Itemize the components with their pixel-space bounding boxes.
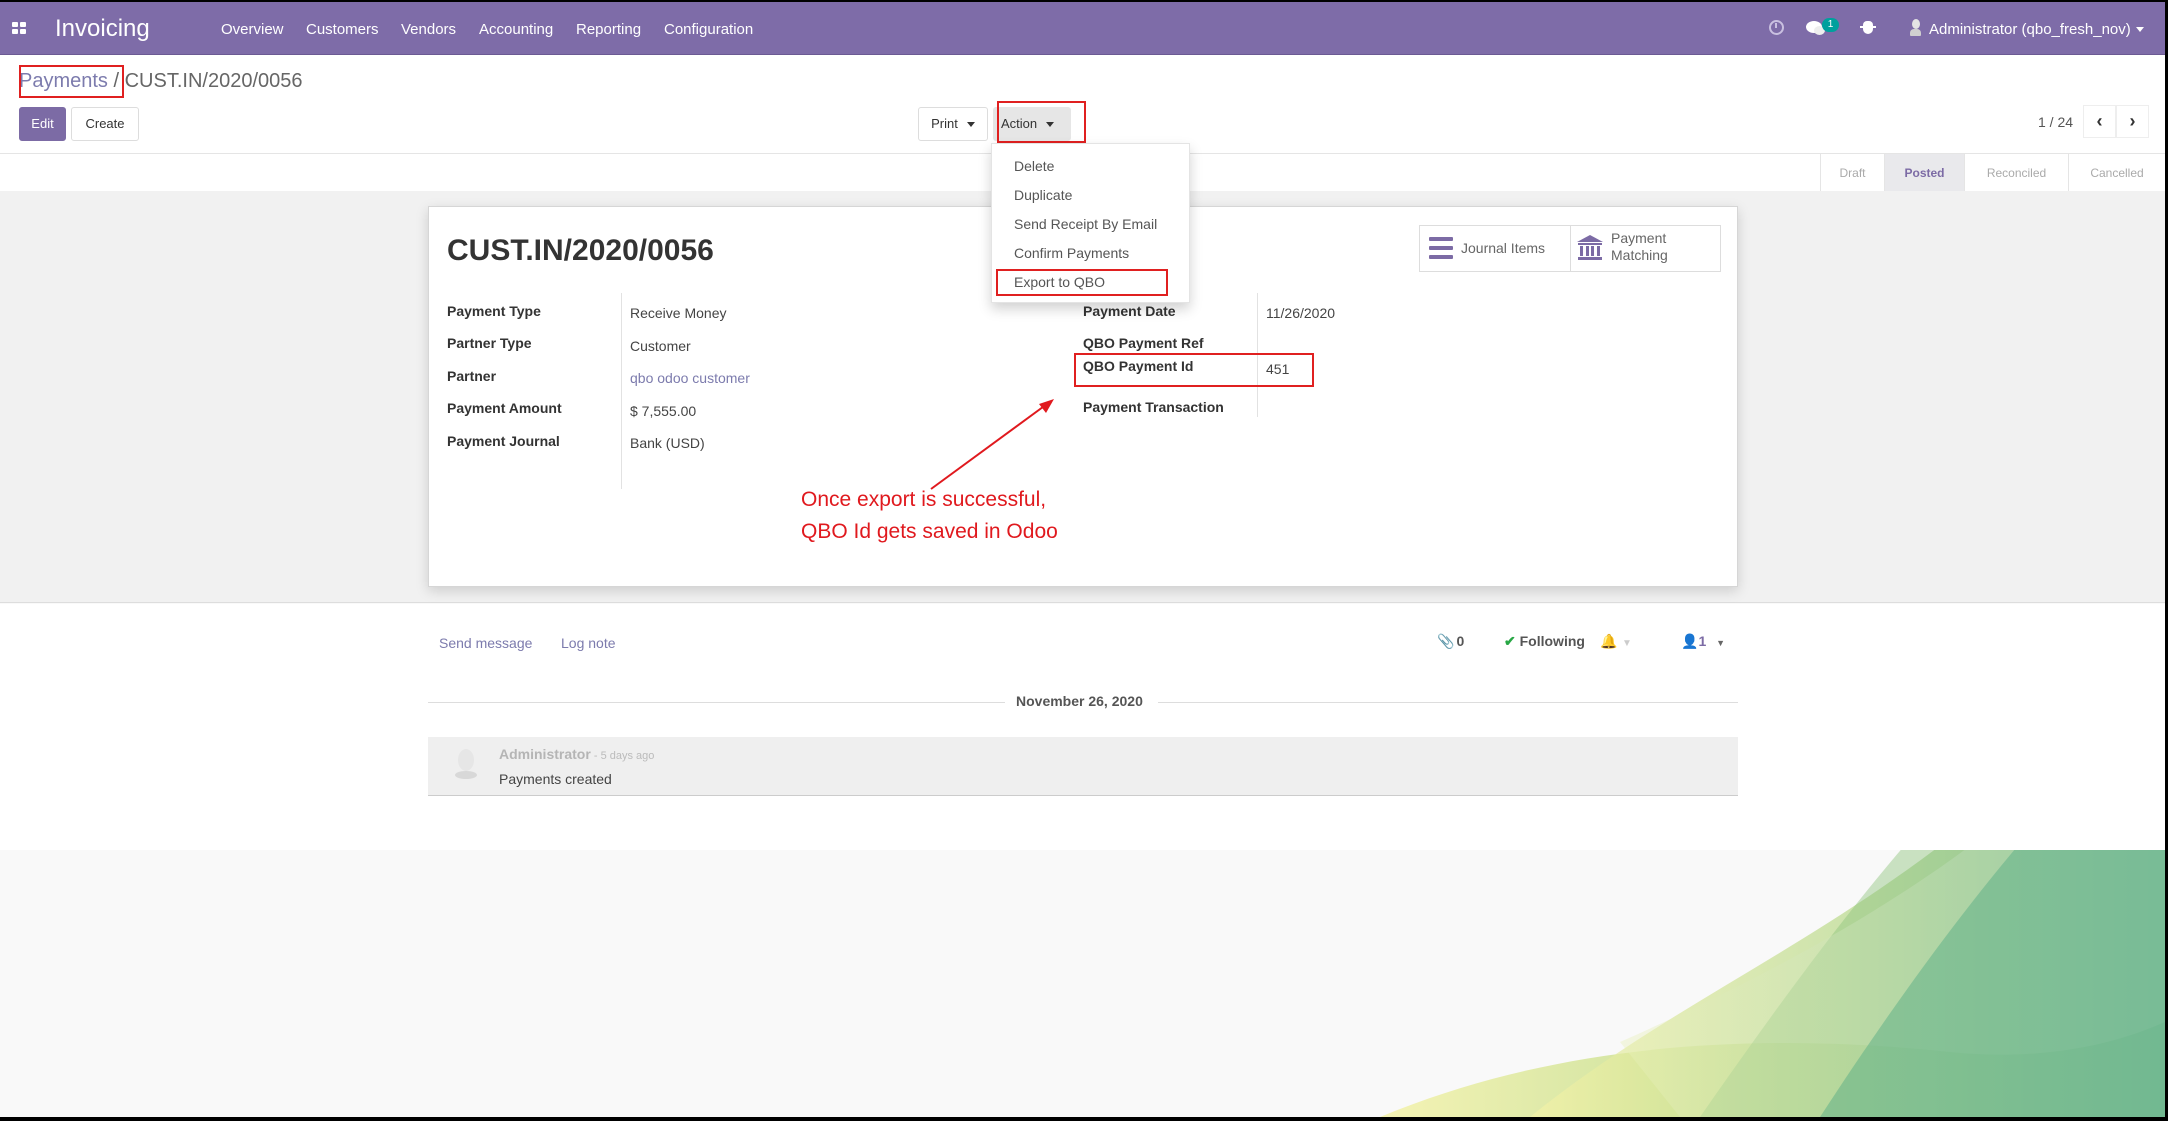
action-label: Action	[1001, 116, 1038, 131]
breadcrumb-current: CUST.IN/2020/0056	[124, 70, 303, 92]
pager-prev-button[interactable]: ‹	[2083, 105, 2116, 138]
message-header: Administrator - 5 days ago	[499, 746, 654, 762]
breadcrumb-payments-link[interactable]: Payments	[19, 70, 108, 92]
user-avatar-icon	[1910, 19, 1921, 37]
followers-count: 1	[1698, 633, 1707, 649]
menu-customers[interactable]: Customers	[306, 21, 379, 38]
message-time: - 5 days ago	[590, 750, 655, 762]
action-dropdown-menu: Delete Duplicate Send Receipt By Email C…	[991, 143, 1190, 303]
create-button[interactable]: Create	[71, 107, 139, 141]
pager-next-button[interactable]: ›	[2116, 105, 2149, 138]
print-dropdown-button[interactable]: Print	[918, 107, 988, 141]
follower-user-icon: 👤	[1681, 633, 1699, 649]
print-label: Print	[931, 116, 958, 131]
send-message-button[interactable]: Send message	[439, 635, 532, 651]
caret-down-icon	[966, 122, 975, 128]
breadcrumb: Payments / CUST.IN/2020/0056	[19, 70, 303, 93]
followers-button[interactable]: 👤1 ▼	[1681, 633, 1725, 650]
debug-bug-icon[interactable]	[1860, 21, 1876, 34]
activity-clock-icon[interactable]	[1769, 20, 1784, 35]
breadcrumb-separator: /	[107, 70, 125, 92]
following-button[interactable]: ✔ Following	[1504, 633, 1585, 650]
status-cancelled[interactable]: Cancelled	[2068, 154, 2165, 192]
attachments-button[interactable]: 📎 0	[1437, 633, 1464, 650]
paperclip-icon: 📎	[1437, 633, 1455, 649]
date-separator-line	[1158, 702, 1738, 703]
attachments-count: 0	[1456, 633, 1465, 649]
menu-accounting[interactable]: Accounting	[479, 21, 553, 38]
log-note-button[interactable]: Log note	[561, 635, 616, 651]
chatter: Send message Log note 📎 0 ✔ Following 🔔 ▼…	[0, 604, 2165, 850]
author-avatar	[455, 749, 477, 783]
menu-item-send-receipt[interactable]: Send Receipt By Email	[1014, 216, 1157, 232]
annotation-line-2: QBO Id gets saved in Odoo	[801, 520, 1058, 543]
pager-value: 1 / 24	[2038, 114, 2074, 130]
message-author[interactable]: Administrator	[499, 746, 591, 762]
followers-caret-icon: ▼	[1716, 638, 1726, 648]
status-posted[interactable]: Posted	[1884, 154, 1964, 192]
chatter-message: Administrator - 5 days ago Payments crea…	[428, 737, 1738, 796]
following-label: Following	[1519, 633, 1585, 649]
menu-vendors[interactable]: Vendors	[401, 21, 456, 38]
message-body: Payments created	[499, 771, 612, 787]
menu-overview[interactable]: Overview	[221, 21, 284, 38]
menu-item-delete[interactable]: Delete	[1014, 158, 1054, 174]
menu-item-confirm-payments[interactable]: Confirm Payments	[1014, 245, 1129, 261]
menu-item-duplicate[interactable]: Duplicate	[1014, 187, 1072, 203]
message-count-badge: 1	[1822, 18, 1839, 32]
bell-caret-icon[interactable]: ▼	[1622, 638, 1632, 649]
action-dropdown-button[interactable]: Action	[993, 107, 1071, 141]
menu-reporting[interactable]: Reporting	[576, 21, 641, 38]
notification-bell-icon[interactable]: 🔔	[1600, 633, 1617, 650]
status-reconciled[interactable]: Reconciled	[1964, 154, 2068, 192]
user-menu[interactable]: Administrator (qbo_fresh_nov)	[1929, 21, 2131, 38]
menu-item-export-to-qbo[interactable]: Export to QBO	[1014, 274, 1105, 290]
edit-button[interactable]: Edit	[19, 107, 66, 141]
annotation-line-1: Once export is successful,	[801, 488, 1047, 511]
check-icon: ✔	[1504, 633, 1516, 649]
top-navbar: Invoicing Overview Customers Vendors Acc…	[0, 2, 2165, 55]
caret-down-icon	[1046, 122, 1055, 128]
annotation-text: Once export is successful, QBO Id gets s…	[801, 484, 1058, 548]
menu-configuration[interactable]: Configuration	[664, 21, 753, 38]
date-separator-line	[428, 702, 1005, 703]
app-window: Invoicing Overview Customers Vendors Acc…	[0, 2, 2165, 1117]
date-separator: November 26, 2020	[1016, 693, 1143, 709]
status-draft[interactable]: Draft	[1820, 154, 1884, 192]
apps-grid-icon[interactable]	[12, 22, 26, 34]
app-name: Invoicing	[55, 15, 150, 42]
user-menu-caret-icon[interactable]	[2136, 27, 2144, 32]
